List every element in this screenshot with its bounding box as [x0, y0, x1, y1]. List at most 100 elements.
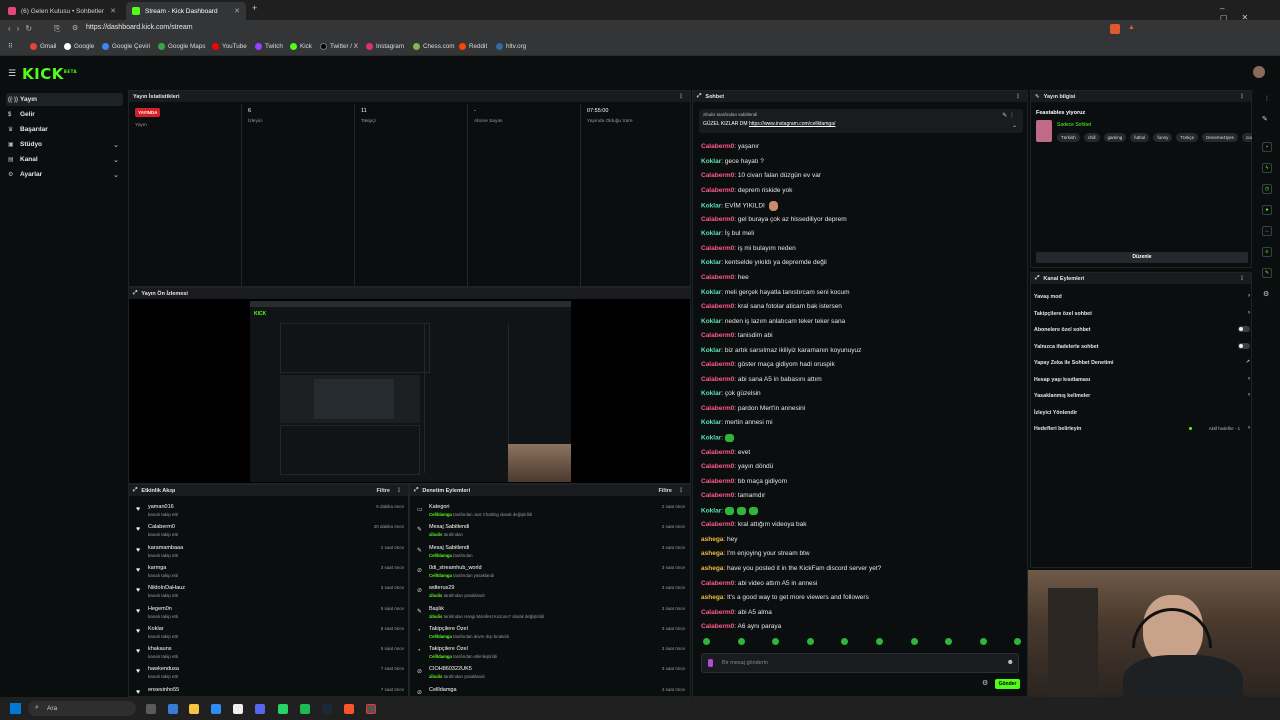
store-icon[interactable] [233, 704, 243, 714]
pencil-icon[interactable]: ✎ [1262, 115, 1268, 123]
follower-name[interactable]: ensesinho55 [148, 687, 179, 693]
list-item[interactable]: ♥ Calaberm0 kanalı takip etti 20 dakika önc… [136, 524, 406, 544]
spotify-icon[interactable] [300, 704, 310, 714]
bookmark-icon[interactable]: ⎘ [54, 24, 60, 34]
site-info-icon[interactable]: ⚙ [72, 24, 78, 32]
toggle-switch[interactable] [1238, 326, 1250, 332]
follower-name[interactable]: Hegem0n [148, 606, 172, 612]
chat-username[interactable]: Koklar [701, 259, 721, 266]
chat-message[interactable]: Calaberm0: tamamdır [701, 492, 765, 499]
shield-icon[interactable]: ▪ [1262, 142, 1272, 152]
steam-icon[interactable] [322, 704, 332, 714]
expand-icon[interactable]: ⤢ [414, 487, 418, 494]
chat-message[interactable]: ashega: I'm enjoying your stream btw [701, 550, 810, 557]
send-button[interactable]: Gönder [995, 679, 1020, 689]
follower-name[interactable]: Koklar [148, 626, 164, 632]
chat-username[interactable]: Calaberm0 [701, 580, 734, 587]
moderator-name[interactable]: Cellldamga [429, 634, 452, 639]
chat-username[interactable]: Calaberm0 [701, 187, 734, 194]
bookmark-google-translate[interactable]: Google Çeviri [102, 43, 150, 50]
bookmark-kick[interactable]: Kick [290, 43, 312, 50]
close-tab-icon[interactable]: ✕ [110, 7, 116, 15]
expand-icon[interactable]: ⤢ [1035, 275, 1039, 282]
sidebar-item-yayin[interactable]: ((·)) Yayın [6, 93, 123, 106]
emote-icon[interactable] [979, 638, 987, 645]
chat-message[interactable]: ashega: It's a good way to get more view… [701, 594, 869, 601]
chat-username[interactable]: Calaberm0 [701, 376, 734, 383]
chat-username[interactable]: Calaberm0 [701, 216, 734, 223]
address-input[interactable]: https://dashboard.kick.com/stream [86, 24, 193, 31]
chat-message[interactable]: Koklar: kentselde yıkıldı ya depremde de… [701, 259, 827, 266]
chat-settings-icon[interactable]: ⚙ [982, 679, 988, 687]
chat-username[interactable]: Calaberm0 [701, 245, 734, 252]
more-icon[interactable]: ⋮ [1239, 275, 1245, 282]
kick-logo[interactable]: KICKBETA [22, 65, 77, 83]
list-item[interactable]: ◔ Takipçilere Özel Cellldamga tarafından e… [417, 646, 687, 666]
channel-action-item[interactable]: Yapay Zeka ile Sohbet Denetimi ↗ [1034, 359, 1250, 366]
brave-icon[interactable] [344, 704, 354, 714]
chat-username[interactable]: Koklar [701, 507, 721, 514]
list-item[interactable]: ✎ Başlık zibulis tarafından Hangi Manifest… [417, 606, 687, 626]
chat-message[interactable]: Koklar: İş bul meli [701, 230, 754, 237]
chat-username[interactable]: Calaberm0 [701, 143, 734, 150]
chat-message[interactable]: Calaberm0: abi video attım A5 in annesi [701, 580, 817, 587]
sidebar-item-kanal[interactable]: ▤ Kanal ⌄ [6, 153, 123, 166]
apps-icon[interactable]: ⠿ [8, 43, 13, 50]
new-tab-button[interactable]: + [252, 3, 257, 13]
chat-message[interactable]: ashega: have you posted it in the KickFa… [701, 565, 881, 572]
expand-icon[interactable]: ⤢ [133, 487, 137, 494]
chat-message[interactable]: Calaberm0: deprem riskide yok [701, 187, 792, 194]
follower-name[interactable]: NildoInDaHauz [148, 585, 185, 591]
more-icon[interactable]: ⋮ [1264, 95, 1270, 102]
bookmark-twitter[interactable]: Twitter / X [320, 43, 358, 50]
timer-icon[interactable]: ◷ [1262, 184, 1272, 194]
list-item[interactable]: ♥ yaman016 kanalı takip etti 5 dakika önce [136, 504, 406, 524]
edge-icon[interactable] [211, 704, 221, 714]
chat-message[interactable]: Calaberm0: A6 aynı paraya [701, 623, 781, 630]
chat-input[interactable]: Bir mesaj gönderin ☻ [701, 653, 1019, 673]
chat-username[interactable]: Calaberm0 [701, 521, 734, 528]
list-item[interactable]: ⊘ 0di_streamhub_world Cellldamga tarafında… [417, 565, 687, 585]
list-icon[interactable]: ≡ [1262, 247, 1272, 257]
expand-icon[interactable]: ⤢ [133, 290, 137, 297]
chat-username[interactable]: ashega [701, 536, 723, 543]
chat-username[interactable]: ashega [701, 550, 723, 557]
follower-name[interactable]: khakauns [148, 646, 172, 652]
edit-stream-info-button[interactable]: Düzenle [1036, 252, 1248, 263]
chat-username[interactable]: Koklar [701, 435, 721, 442]
chat-username[interactable]: Calaberm0 [701, 405, 734, 412]
moderator-name[interactable]: zibulis [429, 532, 442, 537]
task-view-icon[interactable] [146, 704, 156, 714]
chat-message[interactable]: Calaberm0: 10 civarı falan düzgün ev var [701, 172, 821, 179]
taskbar-search[interactable]: ⌕ Ara [28, 701, 136, 716]
chat-username[interactable]: Koklar [701, 230, 721, 237]
brave-shield-icon[interactable] [1110, 24, 1120, 34]
sidebar-item-ayarlar[interactable]: ⚙ Ayarlar ⌄ [6, 168, 123, 181]
file-explorer-icon[interactable] [189, 704, 199, 714]
list-item[interactable]: ✎ Mesaj Sabitlendi zibulis tarafından 2 saa… [417, 524, 687, 544]
chat-username[interactable]: Calaberm0 [701, 609, 734, 616]
more-icon[interactable]: ⋮ [1015, 93, 1021, 100]
toggle-switch[interactable] [1238, 342, 1250, 349]
list-item[interactable]: ▭ Kategori Cellldamga tarafından Just Chat… [417, 504, 687, 524]
windows-start-icon[interactable] [10, 703, 21, 714]
channel-action-item[interactable]: Yavaş mod › [1034, 293, 1250, 300]
chat-username[interactable]: Koklar [701, 318, 721, 325]
moderator-name[interactable]: Cellldamga [429, 654, 452, 659]
channel-action-item[interactable]: İzleyici Yönlendir [1034, 410, 1250, 416]
list-item[interactable]: ⊘ wdterus29 zibulis tarafından yasaklandı 3… [417, 585, 687, 605]
chat-username[interactable]: Koklar [701, 390, 721, 397]
obs-icon[interactable] [366, 704, 376, 714]
chat-message[interactable]: Calaberm0: bb maça gidiyom [701, 478, 787, 485]
chat-username[interactable]: Koklar [701, 203, 721, 210]
chat-message[interactable]: Koklar: mertin annesi mi [701, 419, 773, 426]
pinned-message[interactable]: zibulis tarafından sabitlendi GÜZEL KIZL… [699, 109, 1023, 133]
chat-message[interactable]: Koklar: meli gerçek hayatla tanıstırcam … [701, 289, 850, 296]
chat-username[interactable]: ashega [701, 565, 723, 572]
list-item[interactable]: ♥ NildoInDaHauz kanalı takip etti 3 saat ön… [136, 585, 406, 605]
chat-username[interactable]: Koklar [701, 289, 721, 296]
chat-message[interactable]: Koklar: gece hayatı ? [701, 158, 764, 165]
list-item[interactable]: ◔ Takipçilere Özel Cellldamga tarafından d… [417, 626, 687, 646]
chat-message[interactable]: Koklar: biz artık sarsılmaz ikiliyiz kar… [701, 347, 861, 354]
chat-message[interactable]: Calaberm0: göster maça gidiyom hadi orus… [701, 361, 835, 368]
